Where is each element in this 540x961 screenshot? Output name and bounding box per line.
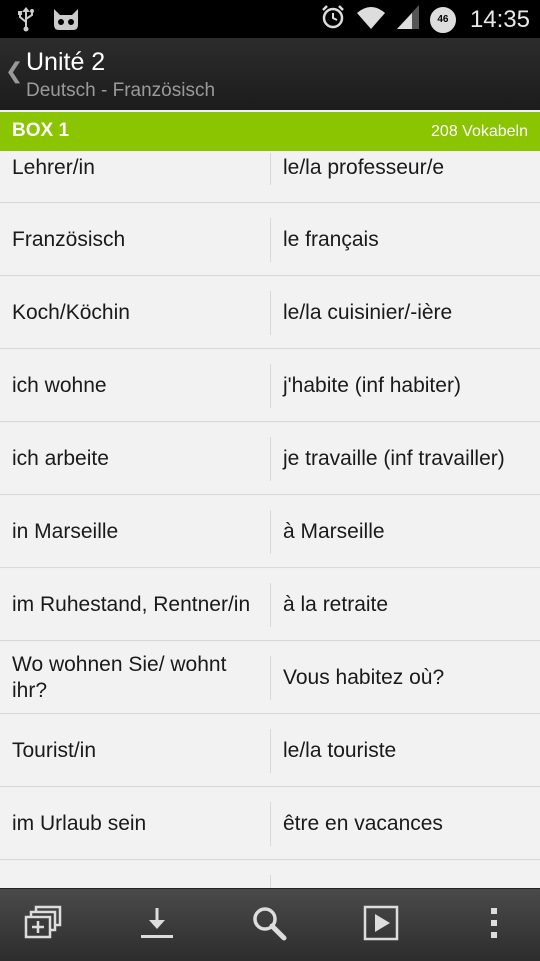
french-term: le français [283,227,379,251]
german-term: in Marseille [12,519,119,543]
french-term: à la retraite [283,592,389,616]
chevron-left-icon[interactable]: ❮ [5,58,23,84]
list-item[interactable]: Französisch le français [0,204,540,276]
column-divider [270,153,271,185]
column-divider [270,437,271,481]
add-to-box-button[interactable] [4,889,84,961]
german-term: ich wohne [12,373,107,397]
cat-icon [52,7,80,36]
bottom-toolbar [0,888,540,961]
column-divider [270,583,271,627]
download-icon [139,905,175,946]
german-term [12,861,262,888]
action-bar: ❮ Unité 2 Deutsch - Französisch [0,38,540,110]
status-bar: 46 14:35 [0,0,540,38]
column-divider [270,364,271,408]
vocab-count: 208 Vokabeln [431,123,528,140]
add-to-box-icon [24,905,64,946]
german-term: ich arbeite [12,446,109,470]
column-divider [270,656,271,700]
french-term: à Marseille [283,519,385,543]
list-item[interactable]: Tourist/in le/la touriste [0,715,540,787]
download-button[interactable] [117,889,197,961]
column-divider [270,218,271,262]
german-term: Wo wohnen Sie/ wohnt ihr? [12,652,227,702]
list-item[interactable]: Wo wohnen Sie/ wohnt ihr? Vous habitez o… [0,642,540,714]
usb-icon [16,6,36,37]
list-item[interactable]: im Ruhestand, Rentner/in à la retraite [0,569,540,641]
overflow-menu-button[interactable] [454,889,534,961]
french-term: j'habite (inf habiter) [283,373,461,397]
column-divider [270,875,271,888]
column-divider [270,802,271,846]
list-item[interactable]: im Urlaub sein être en vacances [0,788,540,860]
column-divider [270,729,271,773]
german-term: Tourist/in [12,738,97,762]
french-term: Vous habitez où? [283,665,445,689]
german-term: Koch/Köchin [12,300,130,324]
search-icon [251,905,287,946]
search-button[interactable] [229,889,309,961]
list-item[interactable]: Koch/Köchin le/la cuisinier/-ière [0,277,540,349]
page-title[interactable]: Unité 2 [26,48,105,77]
vocab-list[interactable]: Lehrer/in le/la professeur/e Französisch… [0,151,540,888]
list-item[interactable] [0,861,540,888]
german-term: Französisch [12,227,126,251]
list-item[interactable]: ich arbeite je travaille (inf travailler… [0,423,540,495]
battery-icon: 46 [429,6,456,33]
french-term [283,861,528,888]
french-term: je travaille (inf travailler) [283,446,505,470]
french-term: le/la cuisinier/-ière [283,300,453,324]
german-term: im Ruhestand, Rentner/in [12,592,251,616]
play-icon [363,905,399,946]
box-header: BOX 1 208 Vokabeln [0,112,540,151]
french-term: le/la professeur/e [283,156,445,179]
signal-icon [396,4,420,35]
german-term: im Urlaub sein [12,811,147,835]
play-button[interactable] [341,889,421,961]
column-divider [270,291,271,335]
page-subtitle: Deutsch - Französisch [26,80,216,101]
wifi-icon [356,4,386,35]
list-item[interactable]: ich wohne j'habite (inf habiter) [0,350,540,422]
list-item[interactable]: Lehrer/in le/la professeur/e [0,151,540,203]
german-term: Lehrer/in [12,156,95,179]
clock: 14:35 [469,5,530,33]
battery-level: 46 [437,14,449,25]
overflow-menu-icon [488,905,500,946]
french-term: être en vacances [283,811,443,835]
list-item[interactable]: in Marseille à Marseille [0,496,540,568]
column-divider [270,510,271,554]
alarm-icon [320,4,346,35]
french-term: le/la touriste [283,738,397,762]
box-label: BOX 1 [12,120,70,141]
